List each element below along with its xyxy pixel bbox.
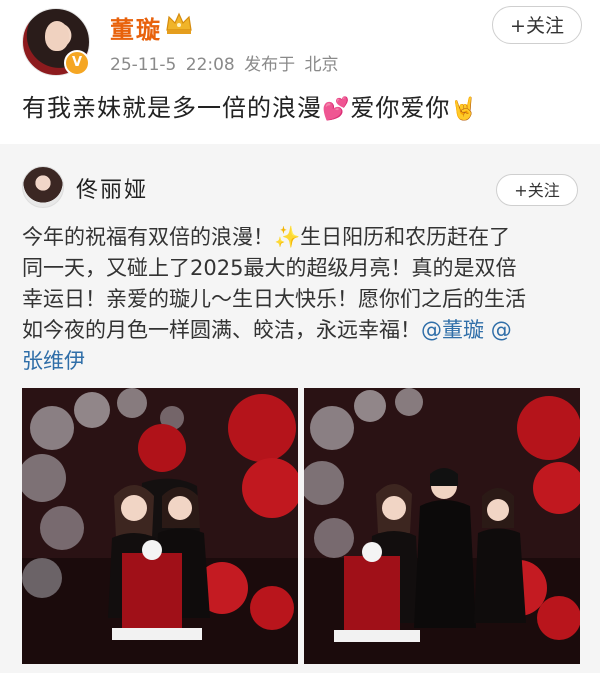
post-location: 发布于 北京 xyxy=(244,55,339,75)
crown-icon xyxy=(166,12,192,34)
mention-link[interactable]: @董璇 xyxy=(421,318,484,342)
verified-badge-icon: V xyxy=(64,50,90,76)
repost-line-2: 同一天，又碰上了2025最大的超级月亮！真的是双倍 xyxy=(22,256,517,280)
post-text-part2: 爱你爱你 xyxy=(350,94,451,122)
post-timestamp: 25-11-5 22:08 xyxy=(110,55,235,75)
photo-2-illustration xyxy=(304,388,580,664)
repost-follow-button[interactable]: +关注 xyxy=(496,174,578,206)
photo-1-illustration xyxy=(22,388,298,664)
rock-hand-icon: 🤘 xyxy=(450,97,479,122)
sparkle-icon: ✨ xyxy=(274,225,301,249)
repost-avatar[interactable] xyxy=(22,166,64,208)
photo-thumbnail-1[interactable] xyxy=(22,388,298,664)
follow-button[interactable]: +关注 xyxy=(492,6,582,44)
photo-thumbnail-2[interactable] xyxy=(304,388,580,664)
repost-line-1: 今年的祝福有双倍的浪漫！✨生日阳历和农历赶在了 xyxy=(22,222,582,253)
repost-line-4: 如今夜的月色一样圆满、皎洁，永远幸福！@董璇 @ xyxy=(22,315,582,346)
two-hearts-icon: 💕 xyxy=(322,97,351,122)
mention-link-2-cont[interactable]: 张维伊 xyxy=(22,346,582,377)
repost-card[interactable]: 佟丽娅 +关注 今年的祝福有双倍的浪漫！✨生日阳历和农历赶在了 同一天，又碰上了… xyxy=(0,144,600,673)
post-text: 有我亲妹就是多一倍的浪漫💕爱你爱你🤘 xyxy=(22,88,479,123)
post-header: V 董璇 25-11-5 22:08 发布于 北京 +关注 xyxy=(0,0,600,80)
post-meta: 25-11-5 22:08 发布于 北京 xyxy=(110,50,339,75)
avatar-face xyxy=(45,21,69,51)
author-name[interactable]: 董璇 xyxy=(110,10,162,45)
repost-text: 今年的祝福有双倍的浪漫！✨生日阳历和农历赶在了 同一天，又碰上了2025最大的超… xyxy=(22,222,582,377)
repost-line-1-tail: 生日阳历和农历赶在了 xyxy=(300,225,511,249)
repost-line-4-text: 如今夜的月色一样圆满、皎洁，永远幸福！ xyxy=(22,318,421,342)
repost-author-name[interactable]: 佟丽娅 xyxy=(76,172,148,204)
post-text-part1: 有我亲妹就是多一倍的浪漫 xyxy=(22,94,322,122)
mention-link-2[interactable]: @ xyxy=(491,318,512,342)
repost-line-1-head: 今年的祝福有双倍的浪漫！ xyxy=(22,225,274,249)
repost-line-3: 幸运日！亲爱的璇儿～生日大快乐！愿你们之后的生活 xyxy=(22,287,526,311)
